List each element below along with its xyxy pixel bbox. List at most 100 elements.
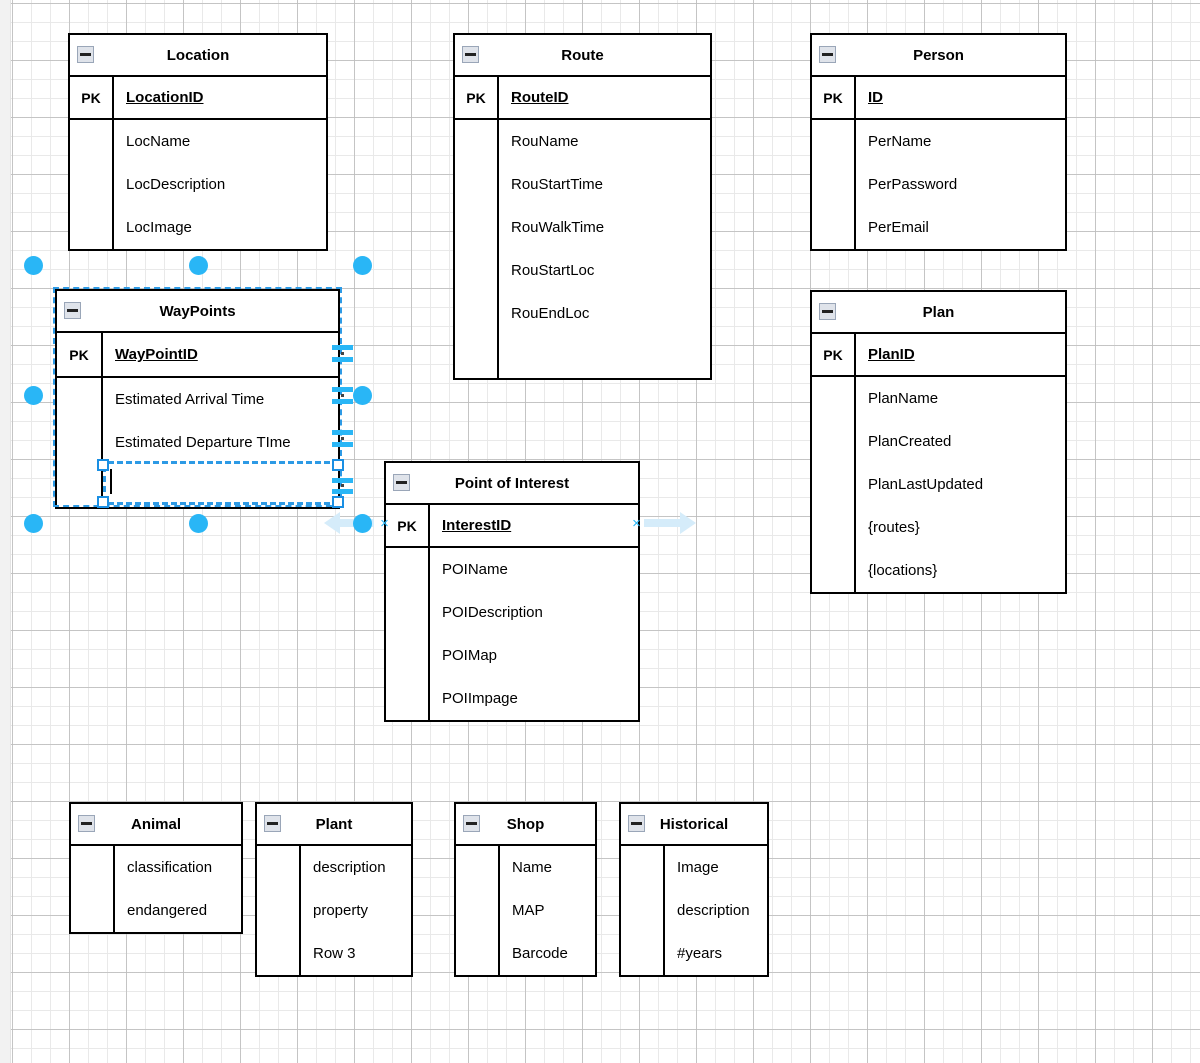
- attribute-name[interactable]: POIDescription: [430, 591, 638, 634]
- entity-row-attribute[interactable]: Row 3: [257, 932, 411, 975]
- entity-row-attribute[interactable]: Barcode: [456, 932, 595, 975]
- selection-handle[interactable]: [353, 514, 372, 533]
- row-height-handle[interactable]: [332, 489, 353, 494]
- entity-row-empty[interactable]: [455, 335, 710, 378]
- attribute-name[interactable]: POIImpage: [430, 677, 638, 720]
- pk-field-name[interactable]: ID: [856, 77, 1065, 118]
- attribute-name[interactable]: MAP: [500, 889, 595, 932]
- entity-row-attribute[interactable]: LocDescription: [70, 163, 326, 206]
- entity-row-attribute[interactable]: LocName: [70, 120, 326, 163]
- entity-row-attribute[interactable]: PlanName: [812, 377, 1065, 420]
- entity-row-pk[interactable]: PK PlanID: [812, 334, 1065, 377]
- entity-row-attribute[interactable]: POIDescription: [386, 591, 638, 634]
- entity-row-attribute[interactable]: endangered: [71, 889, 241, 932]
- attribute-name[interactable]: {routes}: [856, 506, 1065, 549]
- row-resize-handle[interactable]: [97, 459, 109, 471]
- selection-handle[interactable]: [24, 386, 43, 405]
- minus-box-icon[interactable]: [393, 474, 410, 491]
- selection-handle[interactable]: [189, 514, 208, 533]
- attribute-name[interactable]: LocName: [114, 120, 326, 163]
- attribute-name[interactable]: description: [301, 846, 411, 889]
- attribute-name[interactable]: PlanCreated: [856, 420, 1065, 463]
- row-resize-handle[interactable]: [332, 496, 344, 508]
- minus-box-icon[interactable]: [64, 302, 81, 319]
- selection-handle[interactable]: [24, 256, 43, 275]
- entity-row-attribute[interactable]: PlanLastUpdated: [812, 463, 1065, 506]
- attribute-name[interactable]: Image: [665, 846, 767, 889]
- entity-row-attribute[interactable]: description: [257, 846, 411, 889]
- entity-row-attribute[interactable]: Estimated Departure TIme: [57, 421, 338, 464]
- entity-row-attribute[interactable]: classification: [71, 846, 241, 889]
- entity-row-attribute[interactable]: PerName: [812, 120, 1065, 163]
- minus-box-icon[interactable]: [628, 815, 645, 832]
- pk-field-name[interactable]: PlanID: [856, 334, 1065, 375]
- entity-row-attribute[interactable]: POIName: [386, 548, 638, 591]
- entity-row-attribute[interactable]: PlanCreated: [812, 420, 1065, 463]
- entity-row-pk[interactable]: PK InterestID: [386, 505, 638, 548]
- entity-animal[interactable]: Animal classification endangered: [69, 802, 243, 934]
- entity-shop[interactable]: Shop Name MAP Barcode: [454, 802, 597, 977]
- connection-point-cross-left[interactable]: ×: [378, 516, 391, 531]
- minus-box-icon[interactable]: [819, 46, 836, 63]
- entity-row-attribute[interactable]: Estimated Arrival Time: [57, 378, 338, 421]
- connect-arrow-right[interactable]: [644, 508, 696, 538]
- entity-row-attribute[interactable]: property: [257, 889, 411, 932]
- entity-row-attribute[interactable]: LocImage: [70, 206, 326, 249]
- entity-row-attribute[interactable]: RouEndLoc: [455, 292, 710, 335]
- attribute-name[interactable]: Row 3: [301, 932, 411, 975]
- row-height-handle[interactable]: [332, 430, 353, 435]
- entity-row-attribute[interactable]: Name: [456, 846, 595, 889]
- minus-box-icon[interactable]: [264, 815, 281, 832]
- minus-box-icon[interactable]: [462, 46, 479, 63]
- row-height-handle[interactable]: [332, 399, 353, 404]
- entity-row-pk[interactable]: PK LocationID: [70, 77, 326, 120]
- entity-row-attribute[interactable]: RouWalkTime: [455, 206, 710, 249]
- pk-field-name[interactable]: InterestID: [430, 505, 638, 546]
- attribute-name[interactable]: Barcode: [500, 932, 595, 975]
- attribute-name[interactable]: LocDescription: [114, 163, 326, 206]
- attribute-name[interactable]: PerName: [856, 120, 1065, 163]
- attribute-name[interactable]: Name: [500, 846, 595, 889]
- minus-box-icon[interactable]: [78, 815, 95, 832]
- row-height-handle[interactable]: [332, 357, 353, 362]
- pk-field-name[interactable]: LocationID: [114, 77, 326, 118]
- attribute-name[interactable]: RouWalkTime: [499, 206, 710, 249]
- attribute-name[interactable]: PlanLastUpdated: [856, 463, 1065, 506]
- attribute-name[interactable]: RouStartLoc: [499, 249, 710, 292]
- attribute-name[interactable]: POIName: [430, 548, 638, 591]
- entity-row-attribute[interactable]: {routes}: [812, 506, 1065, 549]
- selection-handle[interactable]: [353, 386, 372, 405]
- selection-handle[interactable]: [353, 256, 372, 275]
- minus-box-icon[interactable]: [463, 815, 480, 832]
- entity-row-attribute[interactable]: MAP: [456, 889, 595, 932]
- row-height-handle[interactable]: [332, 345, 353, 350]
- pk-field-name[interactable]: WayPointID: [103, 333, 338, 376]
- entity-row-pk[interactable]: PK WayPointID: [57, 333, 338, 378]
- connection-point-cross-right[interactable]: ×: [630, 516, 643, 531]
- entity-row-pk[interactable]: PK ID: [812, 77, 1065, 120]
- entity-row-attribute[interactable]: POIMap: [386, 634, 638, 677]
- minus-box-icon[interactable]: [819, 303, 836, 320]
- entity-row-attribute[interactable]: PerEmail: [812, 206, 1065, 249]
- attribute-name[interactable]: #years: [665, 932, 767, 975]
- attribute-name[interactable]: endangered: [115, 889, 241, 932]
- attribute-name[interactable]: POIMap: [430, 634, 638, 677]
- entity-historical[interactable]: Historical Image description #years: [619, 802, 769, 977]
- attribute-name[interactable]: description: [665, 889, 767, 932]
- row-height-handle[interactable]: [332, 442, 353, 447]
- entity-location[interactable]: Location PK LocationID LocName LocDescri…: [68, 33, 328, 251]
- attribute-name[interactable]: RouName: [499, 120, 710, 163]
- entity-row-pk[interactable]: PK RouteID: [455, 77, 710, 120]
- row-resize-handle[interactable]: [332, 459, 344, 471]
- entity-point-of-interest[interactable]: Point of Interest PK InterestID POIName …: [384, 461, 640, 722]
- entity-plan[interactable]: Plan PK PlanID PlanName PlanCreated Plan…: [810, 290, 1067, 594]
- attribute-name[interactable]: RouEndLoc: [499, 292, 710, 335]
- attribute-name-empty[interactable]: [499, 335, 710, 378]
- row-resize-handle[interactable]: [97, 496, 109, 508]
- entity-plant[interactable]: Plant description property Row 3: [255, 802, 413, 977]
- entity-row-attribute[interactable]: RouStartLoc: [455, 249, 710, 292]
- entity-row-attribute[interactable]: Image: [621, 846, 767, 889]
- selection-handle[interactable]: [189, 256, 208, 275]
- entity-route[interactable]: Route PK RouteID RouName RouStartTime Ro…: [453, 33, 712, 380]
- entity-row-attribute[interactable]: #years: [621, 932, 767, 975]
